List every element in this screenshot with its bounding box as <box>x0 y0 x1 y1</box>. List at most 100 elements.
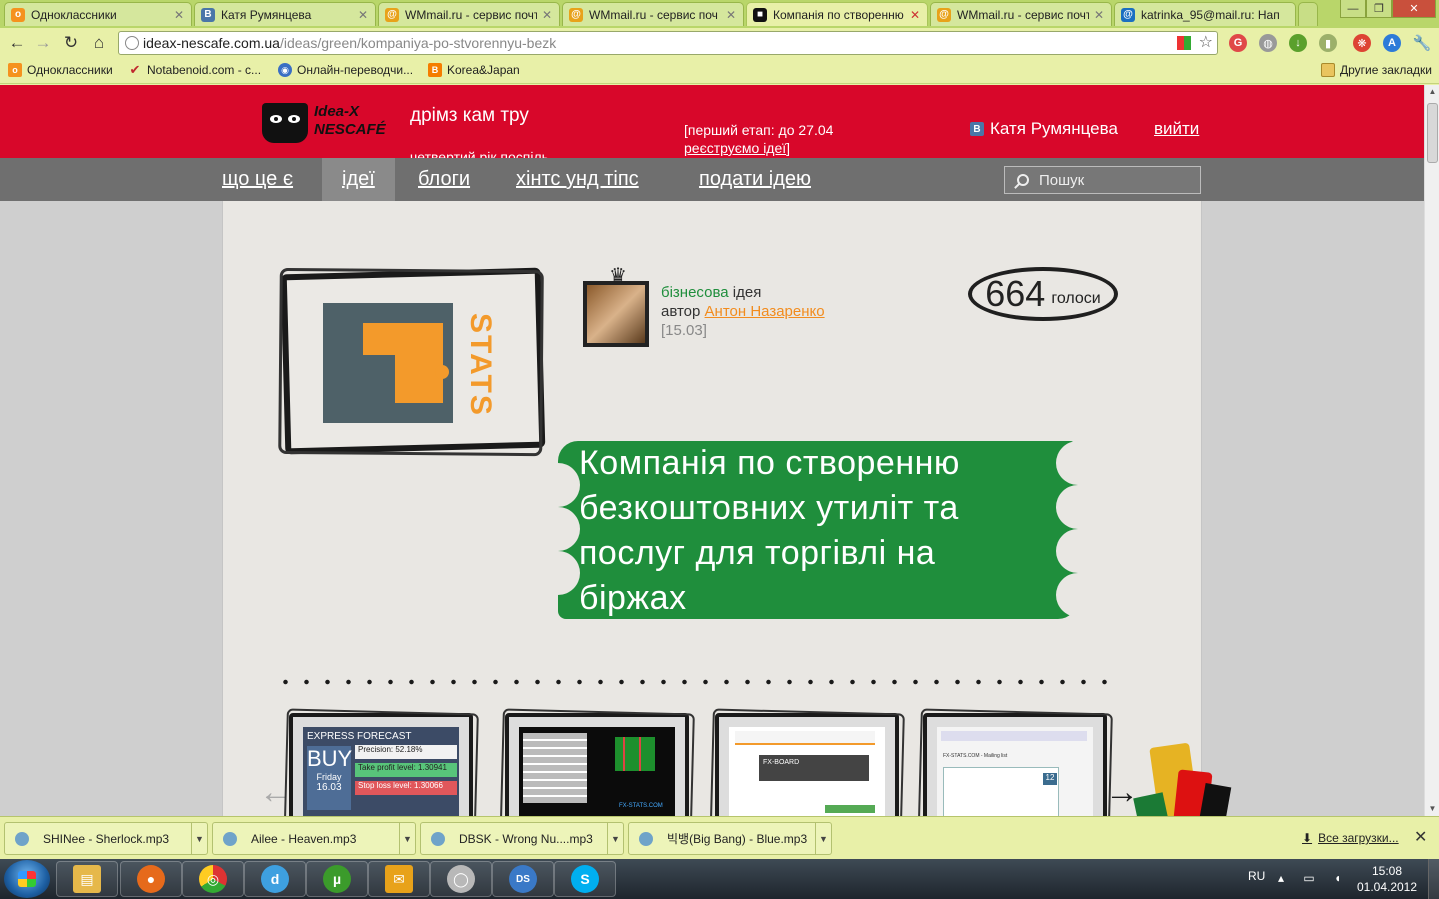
signal-bars-icon[interactable]: ▮ <box>1319 34 1337 52</box>
download-menu-icon[interactable]: ▼ <box>607 823 623 854</box>
bookmark-label: Notabenoid.com - с... <box>147 63 262 77</box>
tab-wmmail-3[interactable]: @ WMmail.ru - сервис почт ✕ <box>930 2 1112 26</box>
all-downloads-link[interactable]: ⬇ Все загрузки... <box>1302 831 1399 845</box>
search-input[interactable]: Пошук <box>1004 166 1201 194</box>
nescafe-icon: ■ <box>753 7 767 22</box>
forward-arrow-icon[interactable]: → <box>32 32 54 54</box>
close-tab-icon[interactable]: ✕ <box>1093 8 1105 22</box>
logout-link[interactable]: вийти <box>1154 119 1199 139</box>
nav-submit-idea[interactable]: подати ідею <box>679 158 831 201</box>
taskbar-utorrent[interactable]: µ <box>306 861 368 897</box>
nav-hints-tips[interactable]: хінтс унд тіпс <box>496 158 659 201</box>
taskbar-media-player[interactable]: ◯ <box>430 861 492 897</box>
tab-idea-page[interactable]: ■ Компанія по створенню ✕ <box>746 2 928 26</box>
bookmark-translator[interactable]: ◉ Онлайн-переводчи... <box>278 63 413 77</box>
site-logo[interactable]: Idea-X NESCAFÉ <box>314 103 386 139</box>
close-tab-icon[interactable]: ✕ <box>541 8 553 22</box>
page-scrollbar[interactable]: ▲ ▼ <box>1424 85 1439 816</box>
home-icon[interactable]: ⌂ <box>88 32 110 54</box>
extension-globe-icon[interactable]: ◍ <box>1259 34 1277 52</box>
idea-category-link[interactable]: бізнесова <box>661 284 729 301</box>
taskbar-ds-app[interactable]: DS <box>492 861 554 897</box>
download-item[interactable]: DBSK - Wrong Nu....mp3 ▼ <box>420 822 624 855</box>
close-tab-icon[interactable]: ✕ <box>909 8 921 22</box>
screenshot-thumb-3[interactable]: FX-BOARD <box>715 713 899 816</box>
download-item[interactable]: SHINee - Sherlock.mp3 ▼ <box>4 822 208 855</box>
tab-label: WMmail.ru - сервис почт <box>405 7 537 22</box>
bookmark-korea-japan[interactable]: B Korea&Japan <box>428 63 520 77</box>
close-tab-icon[interactable]: ✕ <box>357 8 369 22</box>
stage-note: [перший етап: до 27.04 реєструємо ідеї] <box>684 121 833 157</box>
taskbar-d-app[interactable]: d <box>244 861 306 897</box>
tab-mailru[interactable]: @ katrinka_95@mail.ru: Нап <box>1114 2 1296 26</box>
download-menu-icon[interactable]: ▼ <box>399 823 415 854</box>
dotted-divider <box>275 677 1115 687</box>
user-profile-link[interactable]: В Катя Румянцева <box>970 119 1118 139</box>
close-shelf-icon[interactable]: ✕ <box>1414 827 1427 847</box>
nav-about[interactable]: що це є <box>202 158 313 201</box>
scroll-up-icon[interactable]: ▲ <box>1425 85 1439 99</box>
tab-wmmail-2[interactable]: @ WMmail.ru - сервис поч ✕ <box>562 2 744 26</box>
author-link[interactable]: Антон Назаренко <box>705 303 825 320</box>
tray-icons[interactable]: ▴ ▭ ◖ <box>1278 871 1349 885</box>
extension-gg-icon[interactable]: G <box>1229 34 1247 52</box>
back-arrow-icon[interactable]: ← <box>6 32 28 54</box>
screenshot-thumb-1[interactable]: EXPRESS FORECAST BUY Friday 16.03 Precis… <box>289 713 473 816</box>
paw-extension-icon[interactable]: ❋ <box>1353 34 1371 52</box>
window-close-button[interactable]: ✕ <box>1392 0 1436 18</box>
scroll-down-icon[interactable]: ▼ <box>1425 802 1439 816</box>
firefox-icon: ● <box>137 865 165 893</box>
bookmark-odnoklassniki[interactable]: о Одноклассники <box>8 63 113 77</box>
taskbar-chrome[interactable]: ◎ <box>182 861 244 897</box>
utorrent-icon: µ <box>323 865 351 893</box>
minimize-button[interactable]: — <box>1340 0 1366 18</box>
nav-blogs[interactable]: блоги <box>398 158 490 201</box>
screenshot-thumb-4[interactable]: FX-STATS.COM - Mailing list 12 <box>923 713 1107 816</box>
tab-odnoklassniki[interactable]: о Одноклассники ✕ <box>4 2 192 26</box>
search-icon <box>1017 174 1029 186</box>
tab-wmmail-1[interactable]: @ WMmail.ru - сервис почт ✕ <box>378 2 560 26</box>
scroll-thumb[interactable] <box>1427 103 1438 163</box>
taskbar-explorer[interactable]: ▤ <box>56 861 118 897</box>
show-desktop-button[interactable] <box>1428 859 1439 899</box>
language-indicator[interactable]: RU <box>1248 869 1265 883</box>
download-menu-icon[interactable]: ▼ <box>815 823 831 854</box>
wrench-menu-icon[interactable]: 🔧 <box>1413 34 1432 52</box>
screenshot-thumb-2[interactable]: FX-STATS.COM <box>505 713 689 816</box>
vote-counter[interactable]: 664 голоси <box>968 267 1118 321</box>
other-bookmarks[interactable]: Другие закладки <box>1321 63 1432 77</box>
bookmark-star-icon[interactable]: ☆ <box>1199 32 1213 52</box>
page-info-icon[interactable] <box>125 36 139 50</box>
tab-vk[interactable]: В Катя Румянцева ✕ <box>194 2 376 26</box>
start-button[interactable] <box>4 860 50 898</box>
system-clock[interactable]: 15:08 01.04.2012 <box>1352 863 1422 895</box>
maximize-button[interactable]: ❐ <box>1366 0 1392 18</box>
reload-icon[interactable]: ↻ <box>60 32 82 54</box>
ds-app-icon: DS <box>509 865 537 893</box>
taskbar-mail-app[interactable]: ✉ <box>368 861 430 897</box>
taskbar-firefox[interactable]: ● <box>120 861 182 897</box>
author-avatar[interactable] <box>583 281 649 347</box>
address-bar[interactable]: ideax-nescafe.com.ua/ideas/green/kompani… <box>118 31 1218 55</box>
page-action-icon[interactable] <box>1177 36 1191 50</box>
close-tab-icon[interactable]: ✕ <box>725 8 737 22</box>
all-downloads-label: Все загрузки... <box>1318 831 1399 845</box>
close-tab-icon[interactable]: ✕ <box>173 8 185 22</box>
nescafe-sachets-image[interactable] <box>1133 742 1232 816</box>
taskbar-skype[interactable]: S <box>554 861 616 897</box>
download-item[interactable]: Ailee - Heaven.mp3 ▼ <box>212 822 416 855</box>
translate-icon[interactable]: A <box>1383 34 1401 52</box>
vote-label: голоси <box>1051 290 1101 307</box>
register-ideas-link[interactable]: реєструємо ідеї <box>684 140 786 156</box>
buy-day: Friday <box>316 772 342 782</box>
thumb-badge: FX-STATS.COM <box>619 803 663 809</box>
nescafe-cup-logo[interactable] <box>262 103 308 143</box>
other-bookmarks-label: Другие закладки <box>1340 63 1432 77</box>
download-helper-icon[interactable]: ↓ <box>1289 34 1307 52</box>
bookmark-notabenoid[interactable]: ✔ Notabenoid.com - с... <box>128 62 262 77</box>
tab-label: katrinka_95@mail.ru: Нап <box>1141 7 1280 22</box>
download-item[interactable]: 빅뱅(Big Bang) - Blue.mp3 ▼ <box>628 822 832 855</box>
nav-ideas[interactable]: ідеї <box>322 158 395 201</box>
new-tab-button[interactable] <box>1298 2 1318 26</box>
download-menu-icon[interactable]: ▼ <box>191 823 207 854</box>
